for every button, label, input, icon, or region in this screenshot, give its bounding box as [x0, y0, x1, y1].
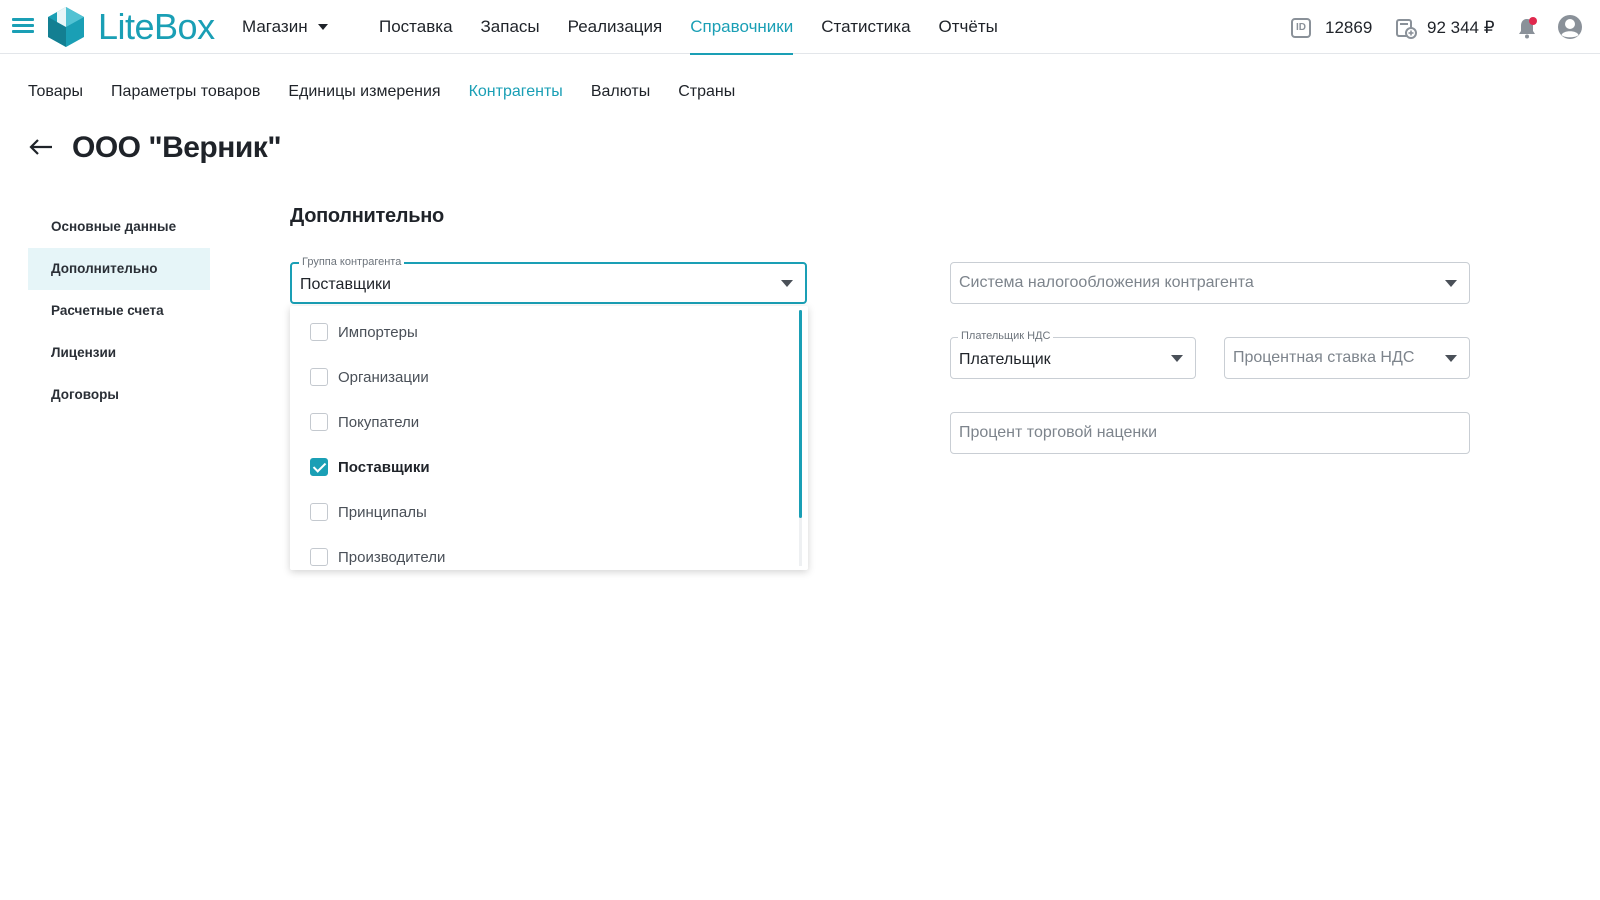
store-selector-label: Магазин [242, 17, 308, 36]
subnav-item-parametry[interactable]: Параметры товаров [111, 83, 260, 101]
option-label: Производители [338, 548, 446, 566]
vat-rate-placeholder: Процентная ставка НДС [1233, 349, 1415, 366]
subnav-item-strany[interactable]: Страны [678, 83, 735, 101]
chevron-down-icon [317, 24, 328, 30]
option-label: Поставщики [338, 458, 430, 476]
side-menu-item-additional[interactable]: Дополнительно [28, 248, 210, 290]
side-menu-item-main-data[interactable]: Основные данные [28, 206, 210, 248]
dropdown-option[interactable]: Организации [310, 365, 429, 389]
tax-system-select[interactable]: Система налогообложения контрагента [950, 262, 1470, 304]
vat-payer-value: Плательщик [959, 351, 1051, 368]
side-menu-item-bank-accounts[interactable]: Расчетные счета [28, 290, 210, 332]
nav-item-statistika[interactable]: Статистика [821, 0, 910, 54]
option-label: Организации [338, 368, 429, 386]
logo[interactable]: LiteBox [44, 4, 215, 50]
subnav-item-edinitsy[interactable]: Единицы измерения [288, 83, 440, 101]
nav-item-spravochniki[interactable]: Справочники [690, 0, 794, 55]
dropdown-option[interactable]: Поставщики [310, 455, 430, 479]
markup-percent-input[interactable]: Процент торговой наценки [950, 412, 1470, 454]
wallet-icon [1396, 19, 1417, 39]
checkbox[interactable] [310, 548, 328, 566]
store-selector[interactable]: Магазин [242, 17, 328, 37]
counterparty-group-select[interactable]: Группа контрагента Поставщики [290, 256, 807, 304]
markup-percent-placeholder: Процент торговой наценки [959, 424, 1158, 441]
hamburger-menu-icon[interactable] [12, 18, 34, 36]
vat-rate-select[interactable]: Процентная ставка НДС [1224, 337, 1470, 379]
subnav-item-kontragenty[interactable]: Контрагенты [469, 83, 563, 101]
option-label: Импортеры [338, 323, 418, 341]
user-id-value: 12869 [1325, 18, 1373, 37]
nav-item-realizatsiya[interactable]: Реализация [568, 0, 663, 54]
top-bar: LiteBox Магазин Поставка Запасы Реализац… [0, 0, 1600, 55]
page-title: ООО "Верник" [72, 131, 282, 164]
side-menu: Основные данные Дополнительно Расчетные … [28, 206, 210, 416]
tax-system-placeholder: Система налогообложения контрагента [959, 274, 1254, 291]
dropdown-option[interactable]: Принципалы [310, 500, 427, 524]
chevron-down-icon [781, 280, 793, 287]
id-icon: ID [1291, 18, 1311, 38]
side-menu-item-licenses[interactable]: Лицензии [28, 332, 210, 374]
counterparty-group-dropdown: Импортеры Организации Покупатели Поставщ… [290, 306, 808, 570]
notification-badge [1529, 17, 1537, 25]
scrollbar-thumb[interactable] [799, 310, 802, 518]
litebox-logo-icon [48, 7, 84, 47]
user-avatar-icon[interactable] [1557, 14, 1583, 40]
vat-payer-select[interactable]: Плательщик НДС Плательщик [950, 330, 1196, 379]
chevron-down-icon [1445, 280, 1457, 287]
counterparty-group-value: Поставщики [300, 276, 391, 293]
section-title: Дополнительно [290, 205, 444, 227]
checkbox-checked[interactable] [310, 458, 328, 476]
nav-item-otchety[interactable]: Отчёты [939, 0, 998, 54]
vat-payer-label: Плательщик НДС [958, 330, 1054, 342]
balance-value[interactable]: 92 344 ₽ [1427, 18, 1495, 38]
dropdown-option[interactable]: Покупатели [310, 410, 419, 434]
chevron-down-icon [1445, 355, 1457, 362]
nav-item-postavka[interactable]: Поставка [379, 0, 453, 54]
side-menu-item-contracts[interactable]: Договоры [28, 374, 210, 416]
checkbox[interactable] [310, 323, 328, 341]
chevron-down-icon [1171, 355, 1183, 362]
subnav-item-valyuty[interactable]: Валюты [591, 83, 650, 101]
subnav-item-tovary[interactable]: Товары [28, 83, 83, 101]
checkbox[interactable] [310, 368, 328, 386]
option-label: Покупатели [338, 413, 420, 431]
dropdown-option[interactable]: Импортеры [310, 320, 418, 344]
checkbox[interactable] [310, 503, 328, 521]
back-arrow-icon[interactable] [28, 136, 54, 158]
sub-nav: Товары Параметры товаров Единицы измерен… [28, 83, 763, 101]
counterparty-group-label: Группа контрагента [299, 256, 405, 268]
logo-text: LiteBox [98, 6, 215, 47]
checkbox[interactable] [310, 413, 328, 431]
option-label: Принципалы [338, 503, 427, 521]
main-nav: Поставка Запасы Реализация Справочники С… [379, 0, 1026, 55]
dropdown-option[interactable]: Производители [310, 545, 445, 569]
nav-item-zapasy[interactable]: Запасы [481, 0, 540, 54]
